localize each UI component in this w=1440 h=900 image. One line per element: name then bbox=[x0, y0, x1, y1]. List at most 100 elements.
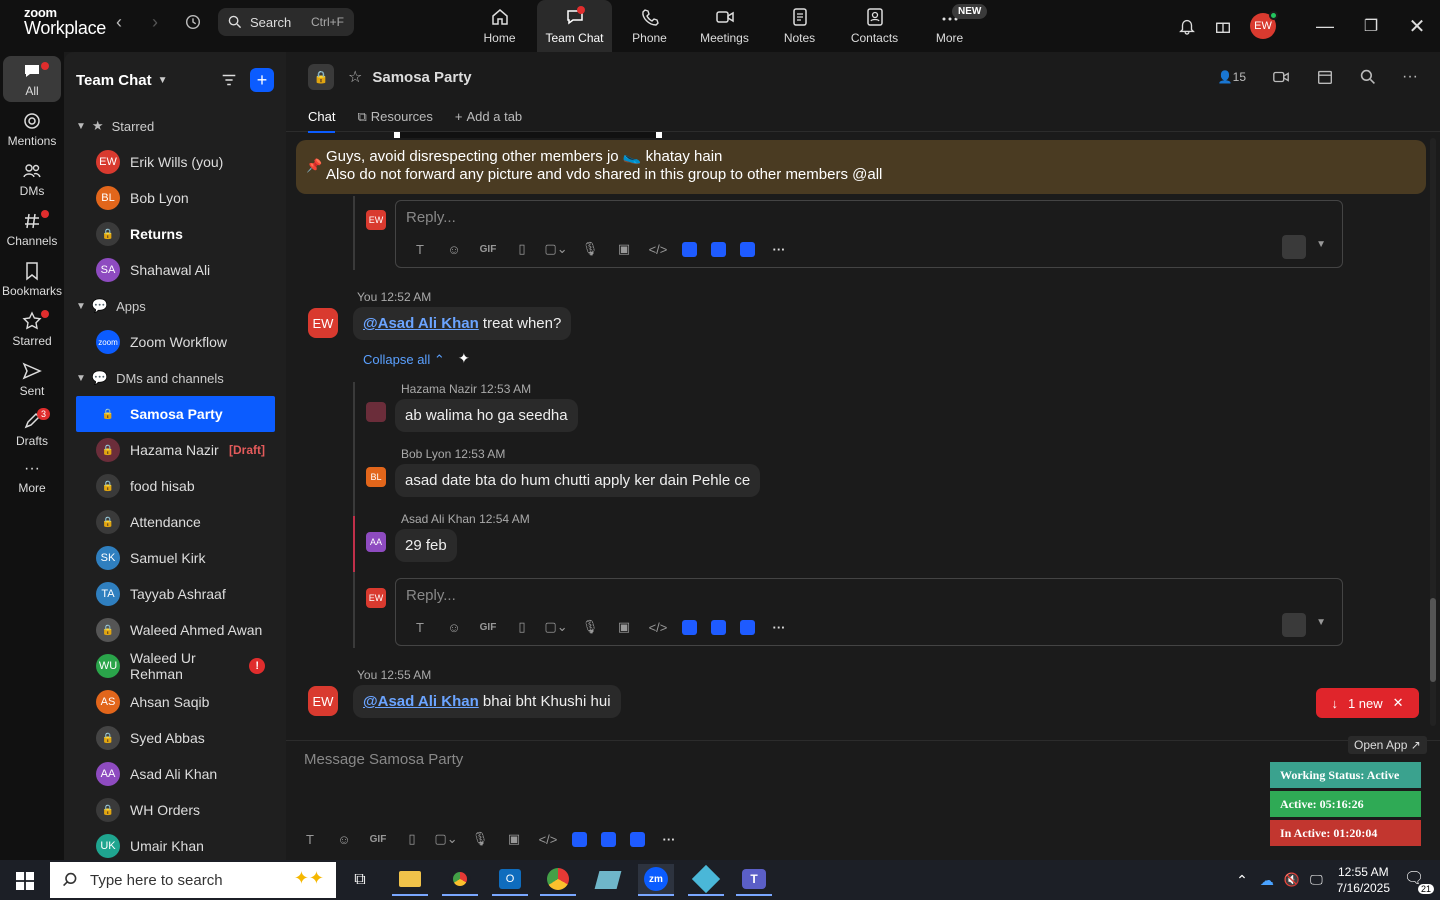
more-tools-icon[interactable]: ··· bbox=[769, 239, 789, 259]
reply-box[interactable]: Reply... T ☺ GIF ▯ ▢⌄ 🎙 ▣ </> ··· ▼ bbox=[395, 578, 1343, 646]
video-message-icon[interactable]: ▣ bbox=[614, 239, 634, 259]
screenshot-icon[interactable]: ▢⌄ bbox=[544, 239, 567, 259]
file-explorer-icon[interactable] bbox=[392, 864, 428, 896]
send-button[interactable] bbox=[1282, 235, 1306, 259]
outlook-icon[interactable]: O bbox=[492, 864, 528, 896]
sidebar-item[interactable]: UK Umair Khan bbox=[76, 828, 275, 860]
gif-icon[interactable]: GIF bbox=[478, 239, 498, 259]
bell-icon[interactable] bbox=[1178, 17, 1196, 35]
search-icon[interactable] bbox=[1360, 69, 1376, 85]
scroll-thumb[interactable] bbox=[1430, 598, 1436, 682]
more-options-icon[interactable]: ··· bbox=[1402, 68, 1418, 86]
app-icon-2[interactable] bbox=[711, 241, 726, 257]
thread-avatar[interactable]: AA bbox=[366, 532, 386, 552]
emoji-icon[interactable]: ☺ bbox=[444, 617, 464, 637]
app-icon-3[interactable] bbox=[740, 619, 755, 635]
chevron-down-icon[interactable]: ▼ bbox=[1316, 617, 1326, 628]
more-tools-icon[interactable]: ··· bbox=[659, 829, 679, 849]
scrollbar[interactable] bbox=[1430, 138, 1436, 726]
rail-channels[interactable]: Channels bbox=[3, 206, 61, 252]
channel-title[interactable]: Samosa Party bbox=[372, 69, 471, 86]
text-format-icon[interactable]: T bbox=[410, 239, 430, 259]
network-icon[interactable]: 🖵 bbox=[1310, 872, 1323, 888]
tab-resources[interactable]: ⧉ Resources bbox=[357, 102, 432, 132]
mention-link[interactable]: @Asad Ali Khan bbox=[363, 693, 479, 710]
message-avatar[interactable]: EW bbox=[308, 686, 338, 716]
sidebar-item[interactable]: TA Tayyab Ashraaf bbox=[76, 576, 275, 612]
file-icon[interactable]: ▯ bbox=[512, 239, 532, 259]
app-icon-3[interactable] bbox=[630, 831, 645, 847]
filter-icon[interactable] bbox=[220, 71, 238, 89]
thread-bubble[interactable]: asad date bta do hum chutti apply ker da… bbox=[395, 464, 761, 497]
emoji-icon[interactable]: ☺ bbox=[334, 829, 354, 849]
windows-start-icon[interactable] bbox=[16, 872, 34, 890]
section-starred[interactable]: ▼ ★ Starred bbox=[64, 108, 286, 144]
video-message-icon[interactable]: ▣ bbox=[614, 617, 634, 637]
rail-bookmarks[interactable]: Bookmarks bbox=[2, 256, 62, 302]
back-arrow-icon[interactable]: ‹ bbox=[116, 12, 122, 33]
sidebar-item[interactable]: EW Erik Wills (you) bbox=[76, 144, 275, 180]
new-messages-pill[interactable]: ↓ 1 new ✕ bbox=[1316, 688, 1419, 718]
reply-box[interactable]: Reply... T ☺ GIF ▯ ▢⌄ 🎙 ▣ </> ··· ▼ bbox=[395, 200, 1343, 268]
pinned-message[interactable]: 📌 Guys, avoid disrespecting other member… bbox=[296, 140, 1426, 194]
message-bubble[interactable]: @Asad Ali Khan treat when? bbox=[353, 307, 572, 340]
sidebar-item[interactable]: zoom Zoom Workflow bbox=[76, 324, 275, 360]
rail-starred[interactable]: Starred bbox=[3, 306, 61, 352]
code-icon[interactable]: </> bbox=[538, 829, 558, 849]
sparkle-icon[interactable]: ✦ bbox=[458, 350, 470, 367]
calendar-icon[interactable] bbox=[1316, 68, 1334, 86]
message-bubble[interactable]: @Asad Ali Khan bhai bht Khushi hui bbox=[353, 685, 621, 718]
nav-notes[interactable]: Notes bbox=[762, 0, 837, 52]
clock[interactable]: 12:55 AM 7/16/2025 bbox=[1337, 864, 1390, 896]
sidebar-item[interactable]: 🔒 WH Orders bbox=[76, 792, 275, 828]
chevron-down-icon[interactable]: ▼ bbox=[158, 75, 168, 86]
message-avatar[interactable]: EW bbox=[308, 308, 338, 338]
video-message-icon[interactable]: ▣ bbox=[504, 829, 524, 849]
new-chat-button[interactable]: + bbox=[250, 68, 274, 92]
more-tools-icon[interactable]: ··· bbox=[769, 617, 789, 637]
gift-icon[interactable] bbox=[1214, 17, 1232, 35]
forward-arrow-icon[interactable]: › bbox=[152, 12, 158, 33]
thread-avatar[interactable] bbox=[366, 402, 386, 422]
teams-icon[interactable]: T bbox=[736, 864, 772, 896]
chrome-icon[interactable] bbox=[442, 864, 478, 896]
gif-icon[interactable]: GIF bbox=[478, 617, 498, 637]
app-icon-2[interactable] bbox=[601, 831, 616, 847]
text-format-icon[interactable]: T bbox=[410, 617, 430, 637]
sidebar-item[interactable]: 🔒 Hazama Nazir [Draft] bbox=[76, 432, 275, 468]
collapse-all-button[interactable]: Collapse all ⌃ bbox=[363, 352, 445, 368]
tab-add[interactable]: + Add a tab bbox=[455, 102, 522, 132]
app-icon-1[interactable] bbox=[572, 831, 587, 847]
sidebar-item[interactable]: 🔒 Returns bbox=[76, 216, 275, 252]
sidebar-title[interactable]: Team Chat bbox=[76, 72, 152, 89]
sidebar-item[interactable]: SA Shahawal Ali bbox=[76, 252, 275, 288]
cloud-icon[interactable]: ☁ bbox=[1260, 872, 1274, 889]
emoji-icon[interactable]: ☺ bbox=[444, 239, 464, 259]
thread-bubble[interactable]: ab walima ho ga seedha bbox=[395, 399, 578, 432]
rail-more[interactable]: ··· More bbox=[3, 456, 61, 502]
app-icon-1[interactable] bbox=[682, 619, 697, 635]
vpn-icon[interactable] bbox=[688, 864, 724, 896]
microphone-icon[interactable]: 🎙 bbox=[580, 617, 600, 637]
maximize-icon[interactable]: ❐ bbox=[1348, 16, 1394, 36]
sidebar-item[interactable]: SK Samuel Kirk bbox=[76, 540, 275, 576]
minimize-icon[interactable]: — bbox=[1302, 16, 1348, 37]
nav-team-chat[interactable]: Team Chat bbox=[537, 0, 612, 52]
microphone-icon[interactable]: 🎙 bbox=[580, 239, 600, 259]
rail-sent[interactable]: Sent bbox=[3, 356, 61, 402]
notifications-button[interactable]: 🗨 21 bbox=[1404, 868, 1434, 894]
thread-bubble[interactable]: 29 feb bbox=[395, 529, 457, 562]
sidebar-item[interactable]: BL Bob Lyon bbox=[76, 180, 275, 216]
rail-mentions[interactable]: Mentions bbox=[3, 106, 61, 152]
code-icon[interactable]: </> bbox=[648, 617, 668, 637]
section-apps[interactable]: ▼ 💬 Apps bbox=[64, 288, 286, 324]
screenshot-icon[interactable]: ▢⌄ bbox=[434, 829, 457, 849]
rail-all[interactable]: All bbox=[3, 56, 61, 102]
app-icon-2[interactable] bbox=[711, 619, 726, 635]
speaker-muted-icon[interactable]: 🔇 bbox=[1284, 872, 1300, 888]
taskbar-search[interactable]: Type here to search ✦✦ bbox=[50, 862, 336, 898]
history-icon[interactable] bbox=[184, 13, 202, 31]
file-icon[interactable]: ▯ bbox=[402, 829, 422, 849]
sidebar-item[interactable]: WU Waleed Ur Rehman! bbox=[76, 648, 275, 684]
sidebar-item[interactable]: 🔒 food hisab bbox=[76, 468, 275, 504]
